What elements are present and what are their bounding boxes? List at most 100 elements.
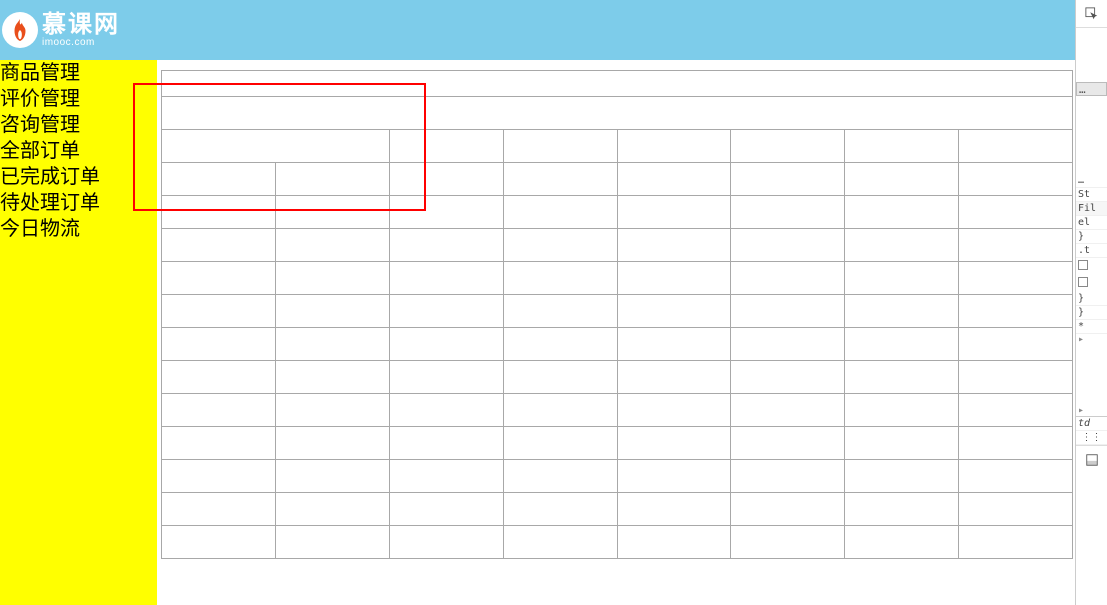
devtools-panel[interactable]: … … St Fil el } .t } } * ▸ ▸ td ⋮⋮	[1075, 0, 1107, 605]
table-row	[162, 196, 1073, 229]
table-cell	[275, 229, 389, 262]
table-cell	[389, 361, 503, 394]
table-cell	[617, 493, 731, 526]
table-cell	[275, 328, 389, 361]
table-cell	[959, 229, 1073, 262]
table-cell	[162, 394, 276, 427]
table-cell	[617, 526, 731, 559]
table-row	[162, 229, 1073, 262]
devtools-tab-styles[interactable]: St	[1076, 188, 1107, 202]
table-cell	[959, 526, 1073, 559]
table-cell	[845, 427, 959, 460]
data-table	[161, 70, 1073, 559]
sidebar-item-review-mgmt[interactable]: 评价管理	[0, 86, 157, 112]
devtools-code-brace: }	[1076, 306, 1107, 320]
table-cell	[389, 262, 503, 295]
table-cell	[845, 394, 959, 427]
table-cell	[162, 526, 276, 559]
table-header-row	[162, 130, 1073, 163]
table-cell	[845, 295, 959, 328]
sidebar-item-done-orders[interactable]: 已完成订单	[0, 164, 157, 190]
table-header-cell	[731, 130, 845, 163]
table-cell	[959, 427, 1073, 460]
table-cell	[275, 394, 389, 427]
devtools-checkbox[interactable]	[1078, 260, 1088, 270]
table-cell	[389, 394, 503, 427]
table-cell	[959, 361, 1073, 394]
main-area	[157, 60, 1075, 605]
table-cell	[162, 460, 276, 493]
table-cell	[275, 526, 389, 559]
table-cell	[731, 427, 845, 460]
devtools-more-icon[interactable]: …	[1076, 82, 1107, 96]
table-cell	[845, 526, 959, 559]
table-cell	[503, 361, 617, 394]
table-cell	[275, 361, 389, 394]
table-cell	[731, 394, 845, 427]
table-cell	[275, 262, 389, 295]
table-cell	[959, 262, 1073, 295]
devtools-code-line: el	[1076, 216, 1107, 230]
flame-icon	[9, 17, 31, 43]
table-cell	[503, 493, 617, 526]
table-cell	[731, 196, 845, 229]
table-cell	[617, 460, 731, 493]
table-cell	[959, 493, 1073, 526]
table-cell	[959, 328, 1073, 361]
logo-main-text: 慕课网	[42, 13, 120, 37]
devtools-drag-handle-icon[interactable]: ⋮⋮	[1076, 431, 1107, 445]
table-cell	[845, 229, 959, 262]
logo[interactable]: 慕课网 imooc.com	[0, 0, 120, 60]
devtools-select-element-icon[interactable]	[1076, 0, 1107, 28]
table-row	[162, 394, 1073, 427]
table-cell	[162, 493, 276, 526]
sidebar-item-product-mgmt[interactable]: 商品管理	[0, 60, 157, 86]
table-cell	[162, 229, 276, 262]
table-cell	[275, 493, 389, 526]
table-cell	[275, 295, 389, 328]
table-row	[162, 427, 1073, 460]
table-cell	[617, 196, 731, 229]
table-header-cell	[959, 130, 1073, 163]
devtools-checkbox[interactable]	[1078, 277, 1088, 287]
table-row	[162, 526, 1073, 559]
devtools-tab-filter[interactable]: Fil	[1076, 202, 1107, 216]
table-cell	[389, 460, 503, 493]
table-cell	[731, 229, 845, 262]
table-cell	[503, 163, 617, 196]
table-cell	[845, 493, 959, 526]
sidebar-item-all-orders[interactable]: 全部订单	[0, 138, 157, 164]
devtools-bottom-icon[interactable]	[1076, 445, 1107, 473]
devtools-expand-arrow-icon[interactable]: ▸	[1076, 334, 1107, 345]
table-cell	[389, 427, 503, 460]
table-cell	[389, 493, 503, 526]
devtools-expand-arrow-icon[interactable]: ▸	[1076, 405, 1107, 416]
table-cell	[275, 196, 389, 229]
table-cell	[617, 394, 731, 427]
table-cell	[845, 196, 959, 229]
table-cell	[845, 163, 959, 196]
table-row	[162, 361, 1073, 394]
table-cell	[617, 262, 731, 295]
table-cell	[503, 229, 617, 262]
devtools-breadcrumb-td[interactable]: td	[1076, 416, 1107, 431]
table-input-cell[interactable]	[162, 97, 1073, 130]
logo-text: 慕课网 imooc.com	[42, 13, 120, 48]
table-title-cell	[162, 71, 1073, 97]
header: 慕课网 imooc.com	[0, 0, 1075, 60]
table-cell	[731, 361, 845, 394]
table-cell	[389, 163, 503, 196]
devtools-more-dots[interactable]: …	[1076, 174, 1107, 188]
table-cell	[503, 394, 617, 427]
sidebar-item-consult-mgmt[interactable]: 咨询管理	[0, 112, 157, 138]
sidebar-item-today-logistics[interactable]: 今日物流	[0, 216, 157, 242]
table-cell	[275, 163, 389, 196]
table-row	[162, 460, 1073, 493]
sidebar-item-pending-orders[interactable]: 待处理订单	[0, 190, 157, 216]
table-cell	[389, 328, 503, 361]
devtools-code-brace: }	[1076, 292, 1107, 306]
table-cell	[731, 328, 845, 361]
table-cell	[162, 262, 276, 295]
table-cell	[162, 328, 276, 361]
table-cell	[731, 460, 845, 493]
